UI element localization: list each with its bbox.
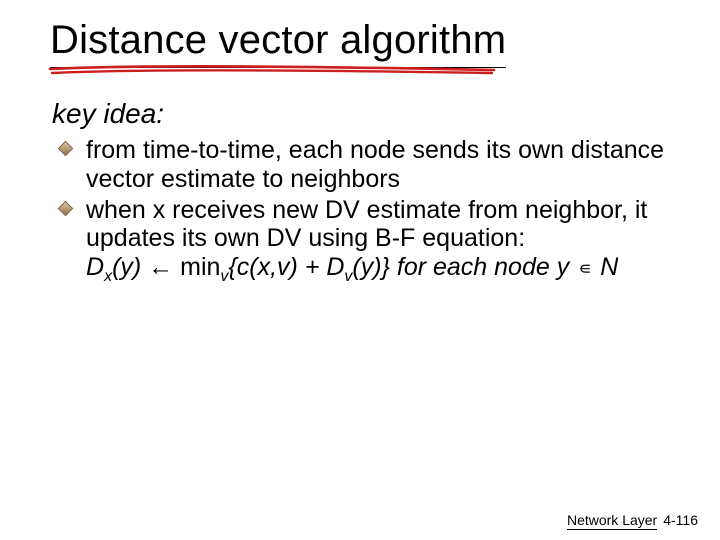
title-underline: [50, 67, 506, 68]
eq-foreach: for each node y: [390, 253, 576, 281]
slide-title: Distance vector algorithm: [50, 18, 506, 65]
footer: Network Layer 4-116: [567, 512, 698, 528]
eq-sub-x: x: [104, 268, 112, 285]
footer-chapter: Network Layer: [567, 512, 657, 530]
eq-y: (y): [112, 253, 141, 281]
eq-D: D: [86, 253, 104, 281]
title-block: Distance vector algorithm: [50, 18, 506, 68]
equation-line: Dx(y) ← minv{c(x,v) + Dv(y)} for each no…: [86, 253, 680, 286]
list-item: when x receives new DV estimate from nei…: [60, 196, 680, 254]
bullet-list: from time-to-time, each node sends its o…: [50, 136, 680, 253]
bullet-text: when x receives new DV estimate from nei…: [86, 196, 647, 253]
eq-arrow: ←: [141, 253, 180, 281]
bullet-text: from time-to-time, each node sends its o…: [86, 136, 664, 193]
eq-min: min: [180, 253, 220, 281]
diamond-bullet-icon: [58, 141, 74, 157]
list-item: from time-to-time, each node sends its o…: [60, 136, 680, 194]
element-of-icon: ∊: [579, 259, 592, 279]
key-idea-label: key idea:: [52, 98, 680, 130]
slide: Distance vector algorithm key idea: from…: [0, 0, 720, 540]
eq-N: N: [593, 253, 618, 281]
diamond-bullet-icon: [58, 200, 74, 216]
footer-page: 4-116: [663, 512, 698, 528]
eq-cxv: {c(x,v) + D: [228, 253, 344, 281]
eq-dvy: (y)}: [352, 253, 390, 281]
